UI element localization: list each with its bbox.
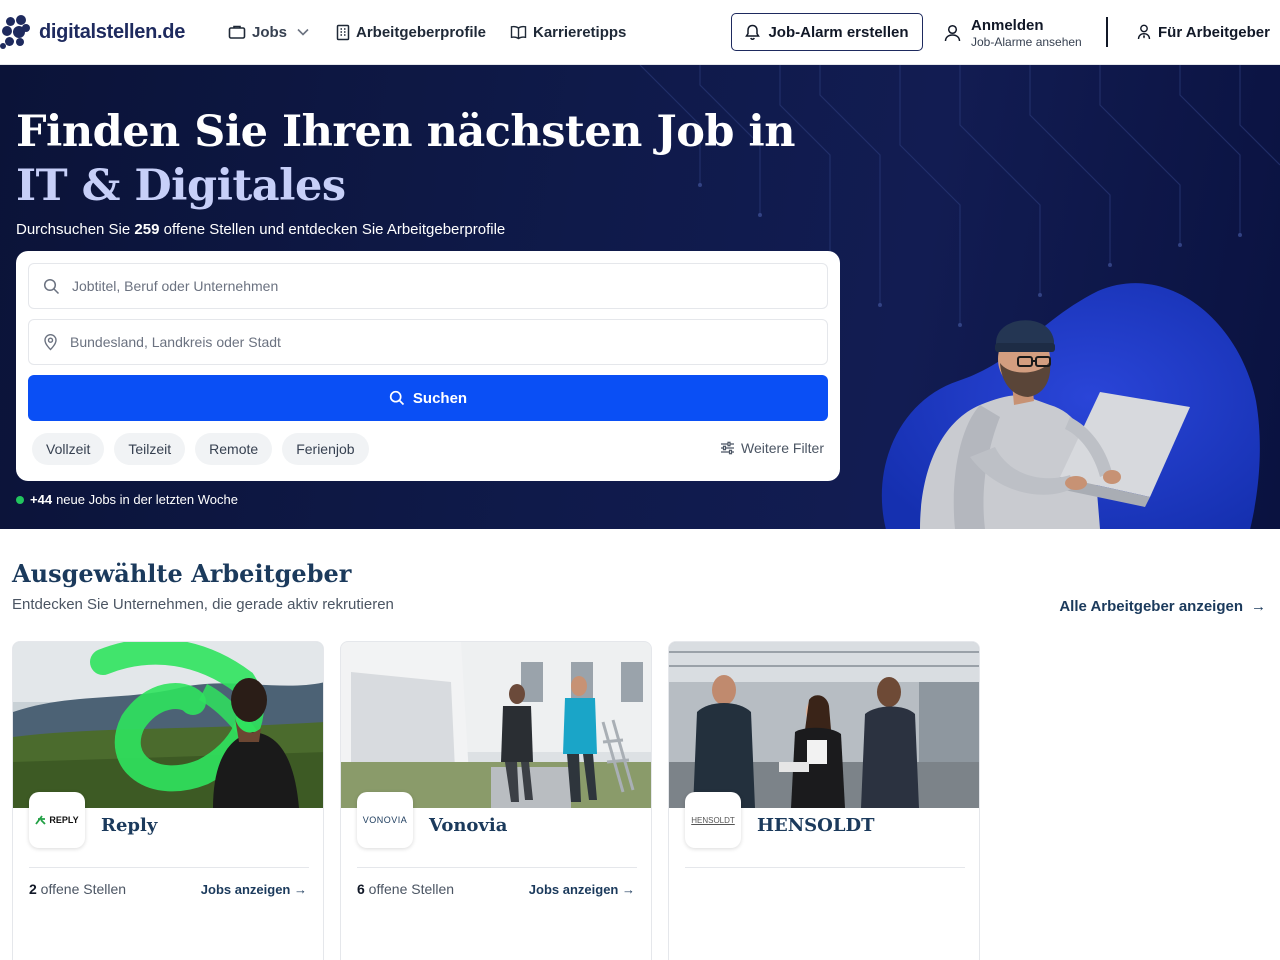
book-open-icon (510, 25, 527, 39)
search-icon (389, 390, 405, 406)
job-search-input[interactable] (72, 278, 792, 294)
card-divider (357, 867, 637, 868)
section-subtitle: Entdecken Sie Unternehmen, die gerade ak… (12, 596, 394, 613)
briefcase-icon (228, 25, 246, 39)
user-tie-icon (1137, 24, 1151, 40)
for-employers-label: Für Arbeitgeber (1158, 23, 1270, 41)
site-header: digitalstellen.de Jobs Arbeitgeberprofil… (0, 0, 1280, 65)
employer-photo (669, 642, 979, 808)
all-employers-label: Alle Arbeitgeber anzeigen (1059, 598, 1243, 615)
employer-logo: HENSOLDT (685, 792, 741, 848)
arrow-right-icon: → (1251, 598, 1266, 615)
logo-text: digitalstellen.de (39, 20, 186, 43)
chip-fulltime[interactable]: Vollzeit (32, 433, 105, 465)
new-jobs-text: neue Jobs in der letzten Woche (56, 492, 238, 507)
chip-holiday-job[interactable]: Ferienjob (282, 433, 369, 465)
employer-card-hensoldt[interactable]: HENSOLDT HENSOLDT (668, 641, 980, 960)
location-pin-icon (44, 334, 57, 351)
job-search-field[interactable] (28, 263, 828, 309)
employer-logo: VONOVIA (357, 792, 413, 848)
login-link[interactable]: Anmelden Job-Alarme ansehen (944, 16, 1082, 50)
login-title: Anmelden (971, 17, 1044, 34)
hero-subtitle: Durchsuchen Sie 259 offene Stellen und e… (16, 221, 505, 238)
more-filters-button[interactable]: Weitere Filter (720, 440, 824, 456)
arrow-right-icon: → (622, 882, 635, 897)
employer-logo-text: VONOVIA (362, 815, 408, 825)
hero-title-line2: IT & Digitales (16, 161, 346, 211)
search-button-label: Suchen (412, 389, 468, 407)
chip-parttime[interactable]: Teilzeit (114, 433, 186, 465)
site-logo[interactable]: digitalstellen.de (0, 13, 185, 51)
logo-mark-icon (0, 13, 32, 51)
new-jobs-count: +44 (30, 492, 53, 507)
nav-career-tips[interactable]: Karrieretipps (510, 20, 626, 44)
chevron-down-icon (297, 28, 309, 36)
employer-name: Vonovia (429, 815, 508, 836)
card-divider (685, 867, 965, 868)
employer-logo-text: HENSOLDT (691, 815, 735, 825)
employer-name: Reply (101, 815, 158, 836)
quick-filter-chips: Vollzeit Teilzeit Remote Ferienjob (32, 433, 369, 465)
employer-logo-text: REPLY (49, 815, 79, 825)
building-icon (336, 24, 350, 40)
arrow-right-icon: → (294, 882, 307, 897)
search-icon (43, 278, 60, 294)
new-jobs-indicator: +44 neue Jobs in der letzten Woche (16, 492, 238, 507)
bell-icon (745, 24, 761, 40)
card-divider (29, 867, 309, 868)
employer-card-vonovia[interactable]: VONOVIA Vonovia 6 offene Stellen Jobs an… (340, 641, 652, 960)
location-search-input[interactable] (70, 334, 790, 350)
show-jobs-link[interactable]: Jobs anzeigen → (201, 882, 307, 897)
open-positions-count: 6 offene Stellen (357, 881, 455, 897)
employer-photo (13, 642, 323, 808)
section-title: Ausgewählte Arbeitgeber (12, 559, 352, 588)
for-employers-link[interactable]: Für Arbeitgeber (1137, 20, 1270, 44)
hero-subtitle-pre: Durchsuchen Sie (16, 221, 135, 238)
search-card: Suchen Vollzeit Teilzeit Remote Ferienjo… (16, 251, 840, 481)
employer-logo: REPLY (29, 792, 85, 848)
login-subtitle: Job-Alarme ansehen (971, 35, 1082, 49)
hero-title-line1: Finden Sie Ihren nächsten Job in (16, 107, 796, 157)
nav-profiles-label: Arbeitgeberprofile (356, 23, 487, 41)
all-employers-link[interactable]: Alle Arbeitgeber anzeigen → (1059, 598, 1266, 615)
hero-section: Finden Sie Ihren nächsten Job in IT & Di… (0, 65, 1280, 529)
nav-jobs[interactable]: Jobs (228, 20, 315, 44)
job-alarm-label: Job-Alarm erstellen (768, 23, 909, 41)
nav-employer-profiles[interactable]: Arbeitgeberprofile (336, 20, 486, 44)
open-positions-count: 2 offene Stellen (29, 881, 127, 897)
location-search-field[interactable] (28, 319, 828, 365)
search-button[interactable]: Suchen (28, 375, 828, 421)
nav-tips-label: Karrieretipps (533, 23, 627, 41)
hero-title: Finden Sie Ihren nächsten Job in IT & Di… (16, 105, 796, 213)
employer-photo (341, 642, 651, 808)
sliders-icon (721, 441, 735, 455)
employer-name: HENSOLDT (757, 815, 875, 836)
open-jobs-count: 259 (134, 221, 160, 238)
user-icon (944, 24, 961, 42)
nav-jobs-label: Jobs (252, 23, 288, 41)
show-jobs-link[interactable]: Jobs anzeigen → (529, 882, 635, 897)
chip-remote[interactable]: Remote (195, 433, 273, 465)
status-dot (16, 495, 24, 504)
reply-logo-icon (35, 815, 47, 825)
more-filters-label: Weitere Filter (741, 440, 824, 456)
hero-person-illustration (920, 320, 1190, 529)
header-divider (1106, 17, 1108, 47)
job-alarm-button[interactable]: Job-Alarm erstellen (731, 13, 923, 51)
hero-subtitle-post: offene Stellen und entdecken Sie Arbeitg… (159, 221, 506, 238)
employer-card-reply[interactable]: REPLY Reply 2 offene Stellen Jobs anzeig… (12, 641, 324, 960)
